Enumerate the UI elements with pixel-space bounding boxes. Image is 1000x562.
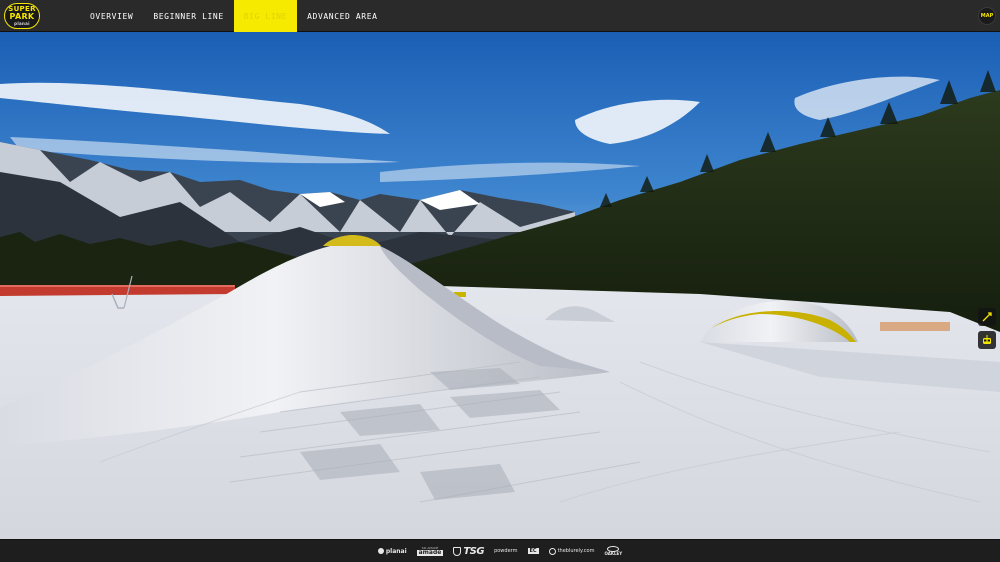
sponsor-planai[interactable]: planai: [377, 547, 407, 555]
sponsor-ec-label: EC: [529, 548, 537, 554]
rotate-icon: [982, 312, 992, 322]
sponsor-amade-label: amadé: [416, 548, 444, 556]
tab-beginner-line[interactable]: BEGINNER LINE: [143, 0, 233, 32]
sponsor-bar: planai SKI AMADÉ amadé TSG powderm EC th…: [0, 539, 1000, 562]
line-tabs: OVERVIEW BEGINNER LINE BIG LINE ADVANCED…: [80, 0, 388, 32]
sponsor-powderm[interactable]: powderm: [494, 548, 517, 554]
planai-logo-icon: [377, 548, 384, 554]
map-button[interactable]: MAP: [978, 7, 996, 25]
tab-advanced-area[interactable]: ADVANCED AREA: [297, 0, 387, 32]
panorama-viewer[interactable]: [0, 32, 1000, 539]
tab-big-line[interactable]: BIG LINE: [233, 0, 298, 32]
sponsor-tsg[interactable]: TSG: [453, 545, 485, 557]
sponsor-blurely-label: theblurely.com: [557, 548, 595, 554]
logo-text-planai: planai: [14, 21, 30, 26]
super-park-logo[interactable]: SUPER PARK planai: [4, 3, 40, 29]
sponsor-powderm-label: powderm: [494, 548, 518, 554]
blurely-ring-icon: [548, 547, 556, 555]
top-nav-bar: SUPER PARK planai OVERVIEW BEGINNER LINE…: [0, 0, 1000, 32]
sponsor-amade[interactable]: SKI AMADÉ amadé: [416, 546, 444, 556]
tab-overview[interactable]: OVERVIEW: [80, 0, 143, 32]
rotate-button[interactable]: [978, 308, 996, 326]
gondola-button[interactable]: [978, 331, 996, 349]
sponsor-planai-label: planai: [385, 547, 407, 555]
tsg-shield-icon: [453, 546, 462, 556]
sponsor-tsg-label: TSG: [463, 545, 485, 557]
panorama-image: [0, 32, 1000, 539]
sponsor-oakley[interactable]: OAKLEY: [604, 546, 622, 556]
logo-text-park: PARK: [9, 12, 35, 21]
sponsor-blurely[interactable]: theblurely.com: [548, 547, 595, 555]
sponsor-ec[interactable]: EC: [527, 548, 539, 554]
side-tools: [978, 308, 996, 349]
gondola-icon: [983, 335, 991, 344]
sponsor-oakley-label: OAKLEY: [604, 551, 623, 556]
